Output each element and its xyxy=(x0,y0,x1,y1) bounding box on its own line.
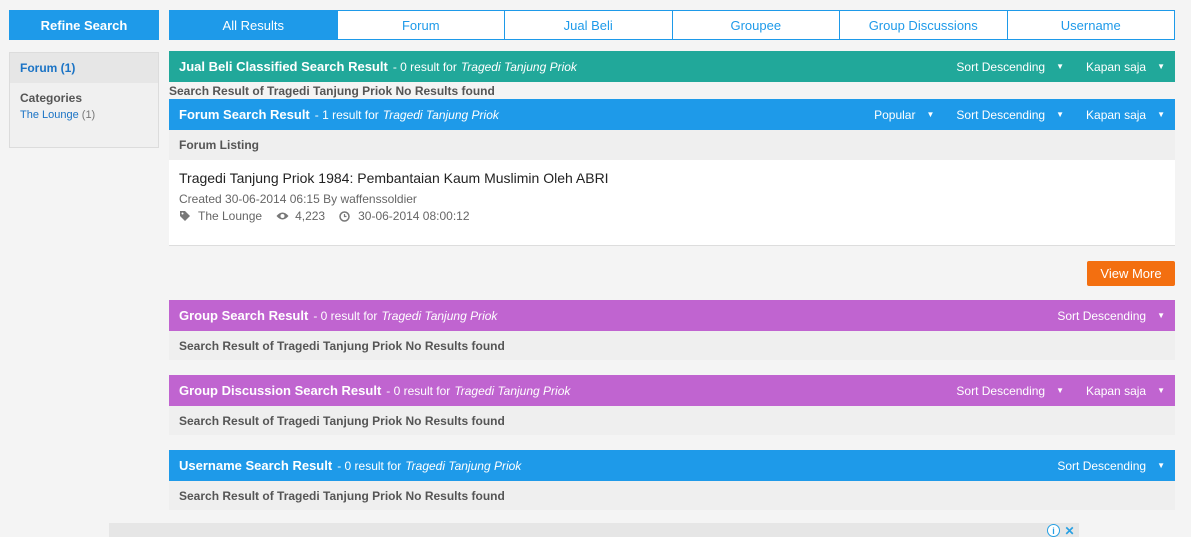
result-count: - 0 result for xyxy=(392,59,457,74)
result-count: - 1 result for xyxy=(314,107,379,122)
username-header: Username Search Result - 0 result for Tr… xyxy=(169,450,1175,481)
sidebar-item-forum[interactable]: Forum (1) xyxy=(10,53,158,83)
refine-panel: Forum (1) Categories The Lounge (1) xyxy=(9,52,159,148)
result-count: - 0 result for xyxy=(337,458,402,473)
sort-dropdown[interactable]: Sort Descending ▼ xyxy=(956,384,1064,398)
list-item: Tragedi Tanjung Priok 1984: Pembantaian … xyxy=(169,160,1175,246)
result-count: - 0 result for xyxy=(386,383,451,398)
no-results-note: Search Result of Tragedi Tanjung Priok N… xyxy=(169,331,1175,360)
time-dropdown[interactable]: Kapan saja ▼ xyxy=(1086,108,1165,122)
no-results-note: Search Result of Tragedi Tanjung Priok N… xyxy=(169,84,495,98)
thread-stats: The Lounge 4,223 30-06-2014 08:00:12 xyxy=(179,209,1165,223)
sort-dropdown[interactable]: Sort Descending ▼ xyxy=(1057,309,1165,323)
tab-jual-beli[interactable]: Jual Beli xyxy=(505,11,673,39)
section-title: Group Discussion Search Result xyxy=(179,383,382,398)
result-tabs: All Results Forum Jual Beli Groupee Grou… xyxy=(169,10,1175,40)
category-item: The Lounge (1) xyxy=(10,109,158,121)
thread-title-link[interactable]: Tragedi Tanjung Priok 1984: Pembantaian … xyxy=(179,170,1165,186)
info-icon[interactable]: i xyxy=(1047,524,1060,537)
thread-meta: Created 30-06-2014 06:15 By waffenssoldi… xyxy=(179,192,417,206)
no-results-note: Search Result of Tragedi Tanjung Priok N… xyxy=(169,481,1175,510)
sort-dropdown[interactable]: Sort Descending ▼ xyxy=(956,60,1064,74)
section-title: Username Search Result xyxy=(179,458,333,473)
caret-down-icon: ▼ xyxy=(1157,62,1165,71)
ad-controls: i ✕ xyxy=(1047,524,1076,537)
last-update-time: 30-06-2014 08:00:12 xyxy=(358,209,470,223)
categories-heading: Categories xyxy=(20,91,83,105)
view-more-button[interactable]: View More xyxy=(1087,261,1175,286)
search-query: Tragedi Tanjung Priok xyxy=(405,458,522,473)
caret-down-icon: ▼ xyxy=(1157,110,1165,119)
time-dropdown[interactable]: Kapan saja ▼ xyxy=(1086,60,1165,74)
caret-down-icon: ▼ xyxy=(926,110,935,119)
ad-banner xyxy=(109,523,1079,537)
group-discussion-header: Group Discussion Search Result - 0 resul… xyxy=(169,375,1175,406)
tag-icon xyxy=(179,210,193,222)
no-results-note: Search Result of Tragedi Tanjung Priok N… xyxy=(169,406,1175,435)
tab-all-results[interactable]: All Results xyxy=(170,11,338,39)
caret-down-icon: ▼ xyxy=(1157,311,1165,320)
clock-icon xyxy=(339,210,353,222)
tab-group-discussions[interactable]: Group Discussions xyxy=(840,11,1008,39)
section-title: Jual Beli Classified Search Result xyxy=(179,59,388,74)
search-query: Tragedi Tanjung Priok xyxy=(382,107,499,122)
thread-category-link[interactable]: The Lounge xyxy=(198,209,262,223)
search-query: Tragedi Tanjung Priok xyxy=(454,383,571,398)
group-header: Group Search Result - 0 result for Trage… xyxy=(169,300,1175,331)
jualbeli-header: Jual Beli Classified Search Result - 0 r… xyxy=(169,51,1175,82)
caret-down-icon: ▼ xyxy=(1056,62,1065,71)
tab-username[interactable]: Username xyxy=(1008,11,1175,39)
time-dropdown[interactable]: Kapan saja ▼ xyxy=(1086,384,1165,398)
tab-forum[interactable]: Forum xyxy=(338,11,505,39)
search-query: Tragedi Tanjung Priok xyxy=(460,59,577,74)
caret-down-icon: ▼ xyxy=(1157,386,1165,395)
forum-listing-label: Forum Listing xyxy=(169,130,1175,160)
refine-search-button[interactable]: Refine Search xyxy=(9,10,159,40)
caret-down-icon: ▼ xyxy=(1056,386,1065,395)
caret-down-icon: ▼ xyxy=(1056,110,1065,119)
forum-header: Forum Search Result - 1 result for Trage… xyxy=(169,99,1175,130)
category-link-lounge[interactable]: The Lounge xyxy=(20,109,79,121)
category-count: (1) xyxy=(81,109,96,121)
view-count: 4,223 xyxy=(295,209,326,223)
section-title: Forum Search Result xyxy=(179,107,310,122)
caret-down-icon: ▼ xyxy=(1157,461,1165,470)
sort-dropdown[interactable]: Sort Descending ▼ xyxy=(956,108,1064,122)
result-count: - 0 result for xyxy=(313,308,378,323)
search-query: Tragedi Tanjung Priok xyxy=(381,308,498,323)
popular-dropdown[interactable]: Popular ▼ xyxy=(874,108,934,122)
eye-icon xyxy=(276,211,290,221)
tab-groupee[interactable]: Groupee xyxy=(673,11,840,39)
sort-dropdown[interactable]: Sort Descending ▼ xyxy=(1057,459,1165,473)
close-icon[interactable]: ✕ xyxy=(1063,524,1076,537)
section-title: Group Search Result xyxy=(179,308,309,323)
